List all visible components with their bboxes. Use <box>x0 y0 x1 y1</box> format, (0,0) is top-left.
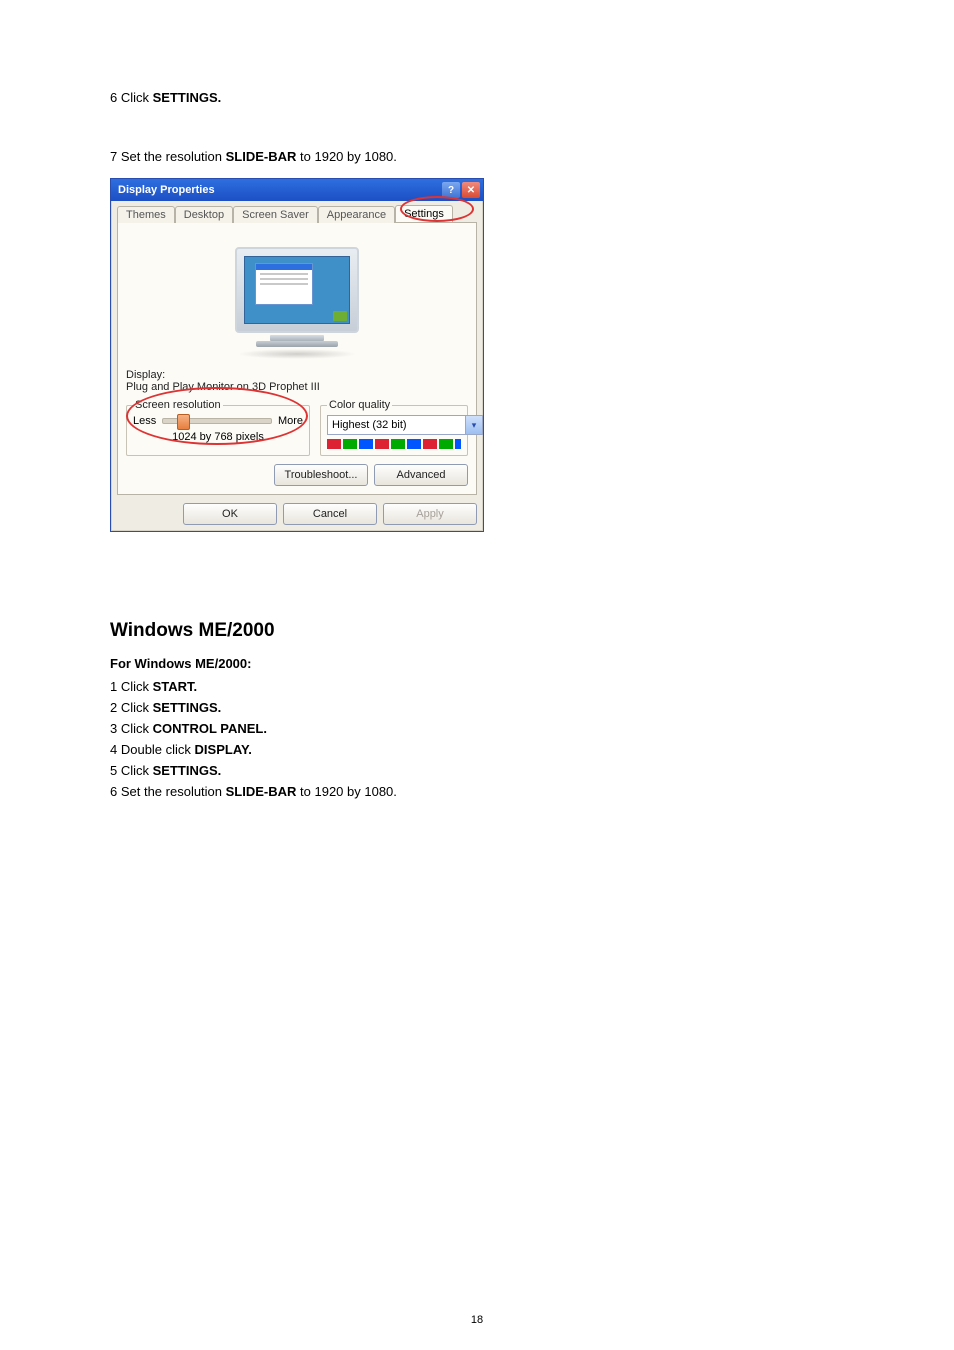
apply-button[interactable]: Apply <box>383 503 477 525</box>
resolution-value: 1024 by 768 pixels <box>133 431 303 443</box>
screen-resolution-legend: Screen resolution <box>133 399 223 411</box>
step-3: 3 Click CONTROL PANEL. <box>110 721 844 736</box>
resolution-slider-thumb[interactable] <box>177 414 190 430</box>
step-1: 1 Click START. <box>110 679 844 694</box>
troubleshoot-button[interactable]: Troubleshoot... <box>274 464 368 486</box>
titlebar[interactable]: Display Properties ? ✕ <box>111 179 483 201</box>
ok-button[interactable]: OK <box>183 503 277 525</box>
display-label: Display: <box>126 369 468 381</box>
less-label: Less <box>133 415 156 427</box>
step-2: 2 Click SETTINGS. <box>110 700 844 715</box>
resolution-slider[interactable] <box>162 418 272 424</box>
section-heading: Windows ME/2000 <box>110 620 844 642</box>
page-number: 18 <box>0 1314 954 1326</box>
color-quality-bar <box>327 439 461 449</box>
text-bold: SETTINGS. <box>153 90 222 105</box>
advanced-button[interactable]: Advanced <box>374 464 468 486</box>
tab-settings[interactable]: Settings <box>395 205 453 222</box>
monitor-preview <box>126 231 468 359</box>
instruction-step-7: 7 Set the resolution SLIDE-BAR to 1920 b… <box>110 149 844 164</box>
tab-themes[interactable]: Themes <box>117 206 175 223</box>
window-title: Display Properties <box>118 184 440 196</box>
text: 6 Click <box>110 90 153 105</box>
close-icon: ✕ <box>467 185 475 196</box>
cancel-button[interactable]: Cancel <box>283 503 377 525</box>
help-button[interactable]: ? <box>442 182 460 198</box>
color-quality-group: Color quality Highest (32 bit) ▾ <box>320 399 468 456</box>
close-button[interactable]: ✕ <box>462 182 480 198</box>
color-quality-legend: Color quality <box>327 399 392 411</box>
text: 7 Set the resolution <box>110 149 226 164</box>
text: to 1920 by 1080. <box>296 149 396 164</box>
display-value: Plug and Play Monitor on 3D Prophet III <box>126 381 468 393</box>
step-4: 4 Double click DISPLAY. <box>110 742 844 757</box>
chevron-down-icon: ▾ <box>465 416 482 434</box>
display-properties-dialog: Display Properties ? ✕ Themes Desktop Sc… <box>110 178 484 532</box>
screen-resolution-group: Screen resolution Less More 1024 by 768 … <box>126 399 310 456</box>
tab-desktop[interactable]: Desktop <box>175 206 233 223</box>
help-icon: ? <box>448 185 454 196</box>
tab-screen-saver[interactable]: Screen Saver <box>233 206 318 223</box>
instruction-step-6: 6 Click SETTINGS. <box>110 90 844 105</box>
tab-row: Themes Desktop Screen Saver Appearance S… <box>111 201 483 222</box>
text-bold: SLIDE-BAR <box>226 149 297 164</box>
color-quality-value: Highest (32 bit) <box>332 419 407 431</box>
tab-appearance[interactable]: Appearance <box>318 206 395 223</box>
color-quality-select[interactable]: Highest (32 bit) ▾ <box>327 415 483 435</box>
step-5: 5 Click SETTINGS. <box>110 763 844 778</box>
step-6: 6 Set the resolution SLIDE-BAR to 1920 b… <box>110 784 844 799</box>
display-properties-dialog-wrap: Display Properties ? ✕ Themes Desktop Sc… <box>110 174 484 532</box>
section-subhead: For Windows ME/2000: <box>110 656 844 671</box>
more-label: More <box>278 415 303 427</box>
tab-panel-settings: Display: Plug and Play Monitor on 3D Pro… <box>117 222 477 495</box>
